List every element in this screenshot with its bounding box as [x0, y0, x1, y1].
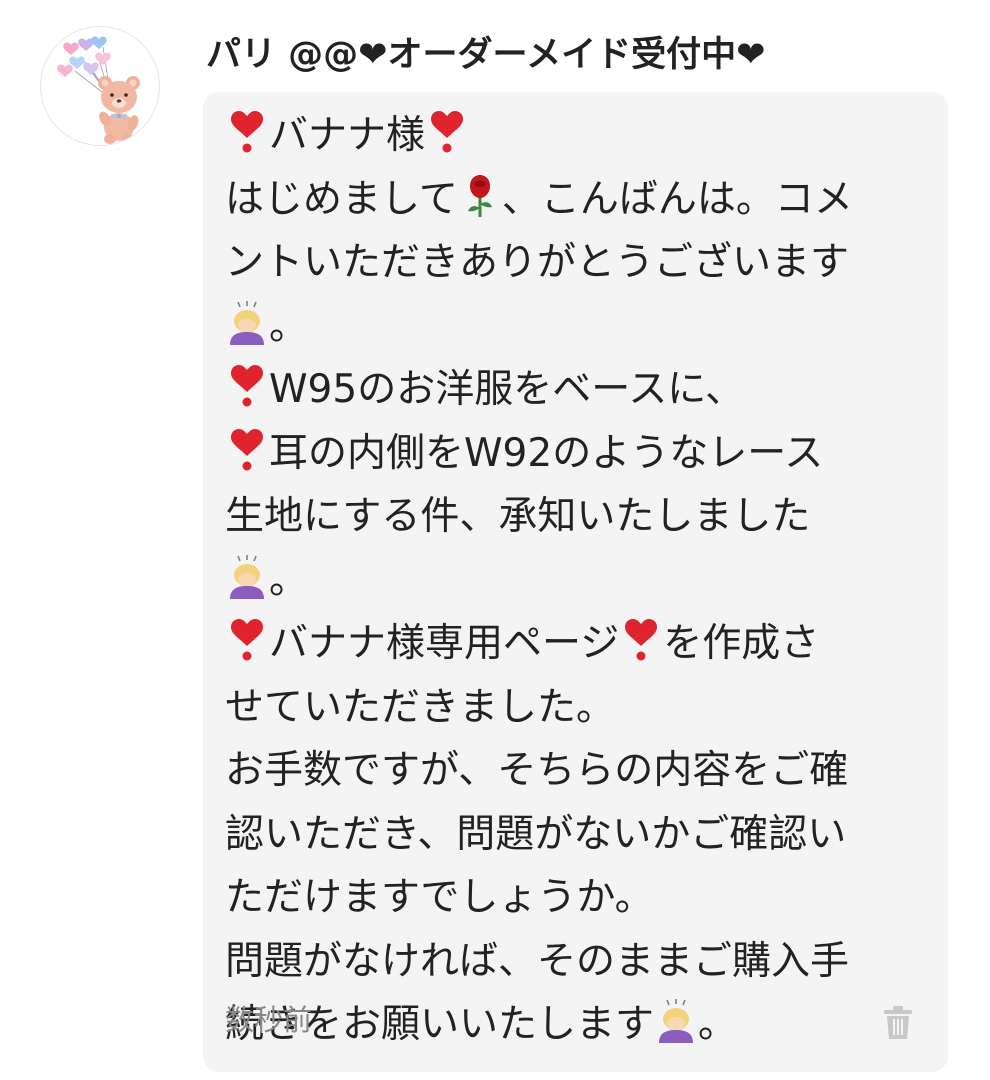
message-text: 問題がなければ、そのままご購入手	[225, 938, 850, 984]
message-line: 認いただき、問題がないかご確認い	[225, 803, 930, 867]
message-text: 認いただき、問題がないかご確認い	[225, 811, 847, 857]
heart-exclamation-icon	[225, 428, 269, 472]
comment-bubble: バナナ様 はじめまして 、こんばんは。コメ ントいただきありがとうございます 。 …	[203, 92, 948, 1072]
message-line: はじめまして 、こんばんは。コメ	[225, 168, 930, 232]
message-line: 。	[225, 295, 930, 359]
comment-text: バナナ様 はじめまして 、こんばんは。コメ ントいただきありがとうございます 。 …	[225, 104, 930, 1057]
message-text: はじめまして	[225, 176, 458, 222]
bowing-woman-icon	[654, 999, 698, 1043]
message-text: ただけますでしょうか。	[225, 875, 654, 920]
message-line: バナナ様	[225, 104, 930, 168]
message-line: 生地にする件、承知いたしました	[225, 485, 930, 549]
message-text: バナナ様専用ページ	[269, 621, 620, 666]
message-text: 。	[269, 557, 309, 603]
bowing-woman-icon	[225, 300, 269, 345]
message-text: ントいただきありがとうございます	[225, 240, 850, 285]
trash-icon	[884, 1006, 912, 1039]
message-text: 、こんばんは。コメ	[501, 176, 853, 222]
message-line: お手数ですが、そちらの内容をご確	[225, 739, 930, 803]
message-text: W95のお洋服をベースに、	[269, 367, 745, 412]
heart-exclamation-icon	[425, 110, 469, 154]
message-line: 問題がなければ、そのままご購入手	[225, 930, 930, 994]
heart-exclamation-icon	[619, 618, 663, 662]
message-line: ただけますでしょうか。	[225, 866, 930, 930]
message-text: 。	[698, 1002, 738, 1047]
rose-icon	[458, 174, 502, 218]
delete-button[interactable]	[883, 1006, 913, 1040]
heart-exclamation-icon	[225, 364, 269, 408]
message-line: W95のお洋服をベースに、	[225, 358, 930, 422]
message-line: 耳の内側をW92のようなレース	[225, 422, 930, 486]
message-line: ントいただきありがとうございます	[225, 231, 930, 295]
heart-exclamation-icon	[225, 618, 269, 662]
bowing-woman-icon	[225, 554, 269, 599]
user-avatar[interactable]	[40, 26, 160, 146]
message-text: を作成さ	[663, 621, 820, 666]
message-line: 続きをお願いいたします。	[225, 993, 930, 1057]
message-text: せていただきました。	[225, 684, 616, 730]
message-line: 。	[225, 549, 930, 613]
message-text: お手数ですが、そちらの内容をご確	[225, 748, 849, 793]
comment-timestamp: 数秒前	[225, 1003, 313, 1037]
message-text: 生地にする件、承知いたしました	[225, 494, 811, 539]
teddy-bear-with-balloons-icon	[57, 36, 140, 144]
message-text: バナナ様	[269, 113, 426, 158]
message-line: せていただきました。	[225, 676, 930, 740]
message-text: 耳の内側をW92のようなレース	[269, 430, 824, 476]
heart-exclamation-icon	[225, 110, 269, 154]
message-text: 。	[269, 303, 309, 349]
message-line: バナナ様専用ページ を作成さ	[225, 612, 930, 676]
user-name[interactable]: パリ @@❤オーダーメイド受付中❤	[206, 30, 765, 80]
